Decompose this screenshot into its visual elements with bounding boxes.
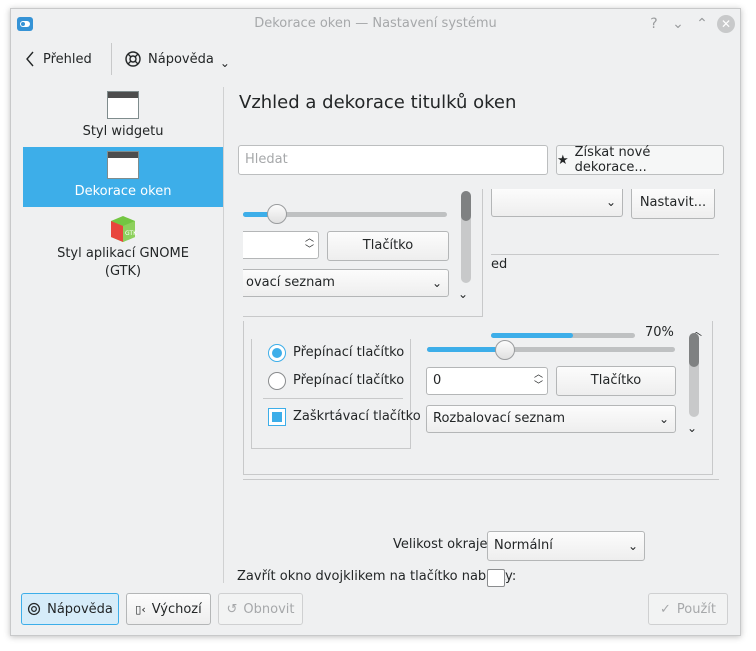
- toolbar: Přehled Nápověda ⌄: [11, 39, 740, 81]
- sidebar-item-widget-style[interactable]: Styl widgetu: [23, 87, 223, 147]
- defaults-button-label: Výchozí: [151, 601, 202, 617]
- preview-radio-1: [268, 344, 286, 362]
- close-icon[interactable]: ✕: [717, 15, 735, 33]
- toolbar-separator: [111, 43, 112, 75]
- window-title: Dekorace oken — Nastavení systému: [254, 16, 497, 31]
- window-icon: [107, 91, 139, 119]
- help-button-label: Nápověda: [47, 601, 113, 617]
- preview-checkbox-label: Zaškrtávací tlačítko: [293, 409, 421, 424]
- chevron-down-icon: ⌄: [658, 412, 669, 426]
- sidebar-item-gtk-style[interactable]: GTK Styl aplikací GNOME (GTK): [23, 207, 223, 287]
- undo-icon: ↺: [226, 601, 238, 617]
- preview-slider2-handle: [495, 340, 515, 360]
- preview-slider-handle: [267, 204, 287, 224]
- preview-scrollbar-2-thumb: [689, 333, 699, 367]
- help-button[interactable]: Nápověda: [21, 593, 119, 625]
- back-label: Přehled: [43, 51, 92, 67]
- preview-button-2: Tlačítko: [556, 366, 676, 396]
- get-new-decorations-label: Získat nové dekorace...: [574, 145, 651, 175]
- search-input[interactable]: Hledat: [238, 145, 548, 175]
- preview-partial-text: ed: [491, 257, 508, 272]
- border-size-label: Velikost okraje:: [393, 537, 492, 552]
- gtk-icon: GTK: [111, 216, 137, 242]
- spin-arrows-icon: ︿ ﹀: [304, 234, 314, 255]
- preview-radio-2-label: Přepínací tlačítko: [293, 373, 405, 388]
- chevron-down-icon: ⌄: [687, 421, 698, 435]
- preview-progress-track: [491, 333, 635, 338]
- sidebar-item-label: Dekorace oken: [74, 184, 172, 199]
- lifebuoy-icon: [125, 51, 141, 67]
- sidebar-item-label: Styl aplikací GNOME (GTK): [57, 246, 189, 279]
- preview-scrollbar-2: [689, 333, 699, 417]
- checkmark-icon: ✓: [659, 601, 671, 617]
- get-new-decorations-button[interactable]: ★ Získat nové dekorace...: [556, 145, 724, 175]
- preview-scrollbar: [461, 191, 471, 283]
- lifebuoy-icon: [28, 602, 41, 616]
- window-icon: [107, 151, 139, 179]
- preview-spin-value: 0: [433, 373, 442, 388]
- svg-text:GTK: GTK: [125, 230, 137, 237]
- page-title: Vzhled a dekorace titulků oken: [239, 92, 517, 113]
- preview-spinbox: ︿ ﹀: [243, 231, 319, 259]
- close-on-double-click-label: Zavřít okno dvojklikem na tlačítko nabíd…: [237, 569, 517, 584]
- preview-slider2-track: [427, 347, 675, 352]
- defaults-button[interactable]: ▯‹ Výchozí: [126, 593, 211, 625]
- decoration-preview: ⌄ Nastavit... ed ︿ ﹀ Tlačítko ovací sezna…: [243, 189, 719, 519]
- close-on-double-click-checkbox[interactable]: [487, 569, 505, 587]
- preview-scrollbar-thumb: [461, 191, 471, 221]
- sidebar-divider: [223, 87, 224, 583]
- chevron-down-icon: ⌄: [431, 276, 442, 290]
- preview-progress-fill: [491, 333, 573, 338]
- preview-combo-2-label: Rozbalovací seznam: [433, 411, 566, 426]
- chevron-down-icon: ⌄: [605, 195, 616, 209]
- preview-combo-label: ovací seznam: [246, 275, 335, 290]
- chevron-down-icon: ⌄: [219, 56, 230, 70]
- help-icon[interactable]: ?: [645, 15, 663, 33]
- minimize-icon[interactable]: ⌄: [669, 15, 687, 33]
- chevron-down-icon: ⌄: [627, 539, 638, 553]
- main-panel: Vzhled a dekorace titulků oken Hledat ★ …: [237, 87, 727, 587]
- preview-checkbox: [268, 408, 286, 426]
- sidebar-item-window-decorations[interactable]: Dekorace oken: [23, 147, 223, 207]
- border-size-select[interactable]: Normální ⌄: [487, 531, 645, 561]
- maximize-icon[interactable]: ⌃: [693, 15, 711, 33]
- back-button[interactable]: Přehled: [25, 47, 92, 71]
- preview-combo-2: Rozbalovací seznam ⌄: [426, 405, 676, 433]
- spin-arrows-icon: ︿ ﹀: [533, 370, 543, 391]
- chevron-down-icon: ⌄: [458, 287, 469, 301]
- apply-button-label: Použít: [676, 601, 716, 617]
- help-label: Nápověda: [148, 51, 214, 67]
- preview-divider: [491, 254, 719, 255]
- preview-combo: ovací seznam ⌄: [243, 269, 449, 297]
- title-bar[interactable]: Dekorace oken — Nastavení systému ? ⌄ ⌃ …: [11, 9, 740, 39]
- star-icon: ★: [557, 152, 569, 168]
- settings-window: Dekorace oken — Nastavení systému ? ⌄ ⌃ …: [10, 8, 741, 636]
- preview-separator: [263, 398, 403, 399]
- apply-button[interactable]: ✓ Použít: [648, 593, 728, 625]
- reset-button[interactable]: ↺ Obnovit: [218, 593, 303, 625]
- reset-button-label: Obnovit: [243, 601, 295, 617]
- preview-radio-2: [268, 372, 286, 390]
- preview-progress-label: 70%: [645, 325, 674, 340]
- sidebar-item-label: Styl widgetu: [82, 124, 164, 139]
- chevron-left-icon: [26, 51, 34, 67]
- configure-button[interactable]: Nastavit...: [631, 189, 715, 219]
- border-size-value: Normální: [494, 538, 553, 553]
- preview-slider2-fill: [427, 347, 505, 352]
- document-icon: ▯‹: [135, 602, 146, 616]
- preview-combo-back: ⌄: [491, 189, 623, 217]
- preview-radio-1-label: Přepínací tlačítko: [293, 345, 405, 360]
- preview-spinbox-2: 0 ︿ ﹀: [426, 367, 548, 395]
- sidebar: Styl widgetu Dekorace oken GTK Styl apli…: [23, 87, 223, 583]
- preview-button: Tlačítko: [327, 231, 449, 261]
- preview-bottom-line: [243, 479, 719, 480]
- help-menu-button[interactable]: Nápověda ⌄: [124, 47, 230, 71]
